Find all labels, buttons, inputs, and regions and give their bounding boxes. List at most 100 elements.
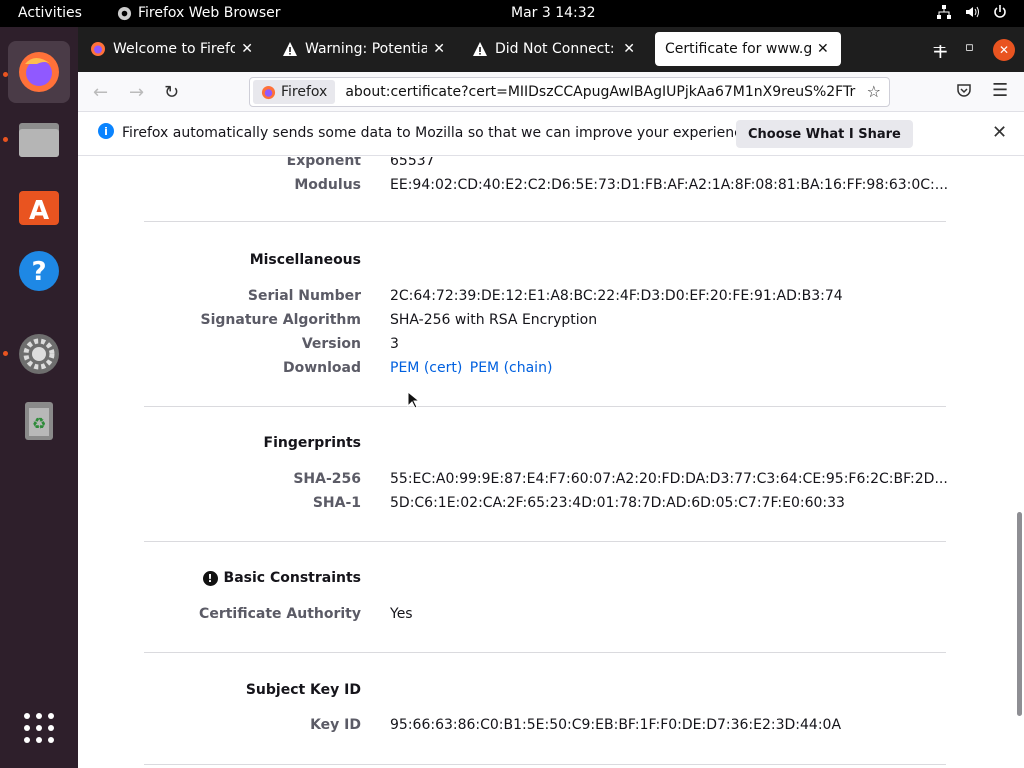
miscellaneous-section: Miscellaneous Serial Number 2C:64:72:39:… bbox=[144, 223, 946, 407]
pem-chain-link[interactable]: PEM (chain) bbox=[470, 360, 553, 376]
dock-settings[interactable] bbox=[8, 323, 70, 385]
trash-icon: ♻ bbox=[25, 402, 53, 440]
dock-firefox[interactable] bbox=[8, 41, 70, 103]
tab-title: Welcome to Firefox bbox=[113, 41, 236, 57]
firefox-icon bbox=[91, 42, 105, 56]
tab-welcome[interactable]: Welcome to Firefox ✕ bbox=[80, 32, 263, 66]
firefox-icon bbox=[19, 52, 59, 92]
tab-title: Certificate for www.go bbox=[665, 41, 811, 57]
network-icon bbox=[936, 4, 952, 20]
sha1-label: SHA-1 bbox=[312, 495, 361, 511]
sha1-value: 5D:C6:1E:02:CA:2F:65:23:4D:01:78:7D:AD:6… bbox=[390, 495, 845, 511]
minimize-button[interactable]: — bbox=[933, 40, 946, 55]
tab-certificate[interactable]: Certificate for www.go ✕ bbox=[655, 32, 841, 66]
hamburger-menu-icon[interactable]: ☰ bbox=[992, 80, 1008, 101]
modulus-label: Modulus bbox=[294, 177, 361, 193]
key-id-label: Key ID bbox=[310, 717, 361, 733]
section-title: Basic Constraints bbox=[223, 570, 361, 586]
settings-icon bbox=[19, 334, 59, 374]
download-links: PEM (cert) PEM (chain) bbox=[390, 360, 552, 376]
forward-icon[interactable]: → bbox=[129, 82, 144, 103]
firefox-icon bbox=[261, 85, 276, 99]
certificate-authority-label: Certificate Authority bbox=[199, 606, 361, 622]
sha256-label: SHA-256 bbox=[293, 471, 361, 487]
signature-algorithm-label: Signature Algorithm bbox=[200, 312, 361, 328]
ubuntu-dock: A ? ♻ bbox=[0, 27, 78, 768]
notification-message: Firefox automatically sends some data to… bbox=[122, 125, 755, 141]
tab-warning[interactable]: Warning: Potential S ✕ bbox=[272, 32, 455, 66]
version-value: 3 bbox=[390, 336, 399, 352]
close-icon[interactable]: ✕ bbox=[241, 41, 253, 57]
svg-text:♻: ♻ bbox=[32, 414, 46, 433]
dock-help[interactable]: ? bbox=[8, 240, 70, 302]
files-icon bbox=[19, 123, 59, 157]
scrollbar-thumb[interactable] bbox=[1017, 512, 1022, 716]
app-name-label: Firefox Web Browser bbox=[138, 5, 281, 21]
key-id-value: 95:66:63:86:C0:B1:5E:50:C9:EB:BF:1F:F0:D… bbox=[390, 717, 842, 733]
tab-title: Did Not Connect: Po bbox=[495, 41, 617, 57]
app-center-icon: A bbox=[19, 191, 59, 226]
power-icon bbox=[992, 4, 1008, 20]
firefox-small-icon bbox=[117, 6, 132, 20]
section-title-wrap: ! Basic Constraints bbox=[202, 570, 361, 586]
warning-icon bbox=[473, 42, 487, 56]
signature-algorithm-value: SHA-256 with RSA Encryption bbox=[390, 312, 598, 328]
exponent-value: 65537 bbox=[390, 157, 435, 169]
dock-app-grid[interactable] bbox=[8, 697, 70, 759]
close-icon[interactable]: ✕ bbox=[623, 41, 635, 57]
activities-button[interactable]: Activities bbox=[18, 5, 82, 21]
maximize-button[interactable]: ▫ bbox=[965, 40, 974, 55]
tab-title: Warning: Potential S bbox=[305, 41, 428, 57]
tab-did-not-connect[interactable]: Did Not Connect: Po ✕ bbox=[462, 32, 645, 66]
mouse-cursor bbox=[407, 391, 419, 409]
page-scrollbar[interactable] bbox=[1014, 157, 1024, 768]
telemetry-notification: i Firefox automatically sends some data … bbox=[78, 112, 1024, 156]
warning-icon bbox=[283, 42, 297, 56]
reload-icon[interactable]: ↻ bbox=[164, 82, 179, 103]
close-icon[interactable]: ✕ bbox=[992, 122, 1007, 143]
version-label: Version bbox=[301, 336, 361, 352]
url-bar[interactable]: Firefox about:certificate?cert=MIIDszCCA… bbox=[249, 77, 890, 107]
section-title: Subject Key ID bbox=[245, 682, 361, 698]
basic-constraints-section: ! Basic Constraints Certificate Authorit… bbox=[144, 542, 946, 653]
window-close-button[interactable]: ✕ bbox=[993, 39, 1015, 61]
serial-number-value: 2C:64:72:39:DE:12:E1:A8:BC:22:4F:D3:D0:E… bbox=[390, 288, 843, 304]
dock-files[interactable] bbox=[8, 108, 70, 170]
certificate-viewer: Exponent 65537 Modulus EE:94:02:CD:40:E2… bbox=[78, 157, 1014, 768]
fingerprints-section: Fingerprints SHA-256 55:EC:A0:99:9E:87:E… bbox=[144, 407, 948, 542]
dock-app-center[interactable]: A bbox=[8, 174, 70, 236]
info-icon: i bbox=[98, 123, 114, 139]
critical-extension-icon: ! bbox=[202, 570, 218, 586]
download-label: Download bbox=[282, 360, 361, 376]
nav-bar: ← → ↻ Firefox about:certificate?cert=MII… bbox=[78, 72, 1024, 112]
clock[interactable]: Mar 3 14:32 bbox=[511, 5, 596, 21]
system-tray[interactable] bbox=[936, 4, 1008, 20]
bookmark-star-icon[interactable]: ☆ bbox=[867, 82, 881, 101]
close-icon[interactable]: ✕ bbox=[817, 41, 829, 57]
identity-label: Firefox bbox=[281, 84, 328, 100]
svg-text:?: ? bbox=[31, 257, 46, 287]
choose-what-i-share-button[interactable]: Choose What I Share bbox=[736, 120, 913, 148]
identity-box[interactable]: Firefox bbox=[253, 80, 336, 104]
help-icon: ? bbox=[19, 251, 59, 291]
section-title: Fingerprints bbox=[263, 435, 361, 451]
sha256-value: 55:EC:A0:99:9E:87:E4:F7:60:07:A2:20:FD:D… bbox=[390, 471, 948, 487]
certificate-authority-value: Yes bbox=[390, 606, 413, 622]
section-title: Miscellaneous bbox=[249, 252, 361, 268]
app-menu[interactable]: Firefox Web Browser bbox=[117, 5, 281, 21]
dock-trash[interactable]: ♻ bbox=[8, 389, 70, 451]
close-icon[interactable]: ✕ bbox=[433, 41, 445, 57]
svg-text:A: A bbox=[29, 196, 49, 226]
subject-key-id-section: Subject Key ID Key ID 95:66:63:86:C0:B1:… bbox=[144, 653, 946, 765]
pem-cert-link[interactable]: PEM (cert) bbox=[390, 360, 462, 376]
volume-icon bbox=[964, 4, 980, 20]
back-icon[interactable]: ← bbox=[93, 82, 108, 103]
url-text[interactable]: about:certificate?cert=MIIDszCCApugAwIBA… bbox=[345, 84, 859, 100]
public-key-section: Exponent 65537 Modulus EE:94:02:CD:40:E2… bbox=[144, 157, 949, 222]
app-grid-icon bbox=[24, 713, 54, 743]
tab-strip: Welcome to Firefox ✕ Warning: Potential … bbox=[78, 27, 1024, 72]
pocket-icon[interactable] bbox=[956, 82, 972, 102]
modulus-value: EE:94:02:CD:40:E2:C2:D6:5E:73:D1:FB:AF:A… bbox=[390, 177, 949, 193]
gnome-top-bar: Activities Firefox Web Browser Mar 3 14:… bbox=[0, 0, 1024, 27]
exponent-label: Exponent bbox=[286, 157, 361, 169]
